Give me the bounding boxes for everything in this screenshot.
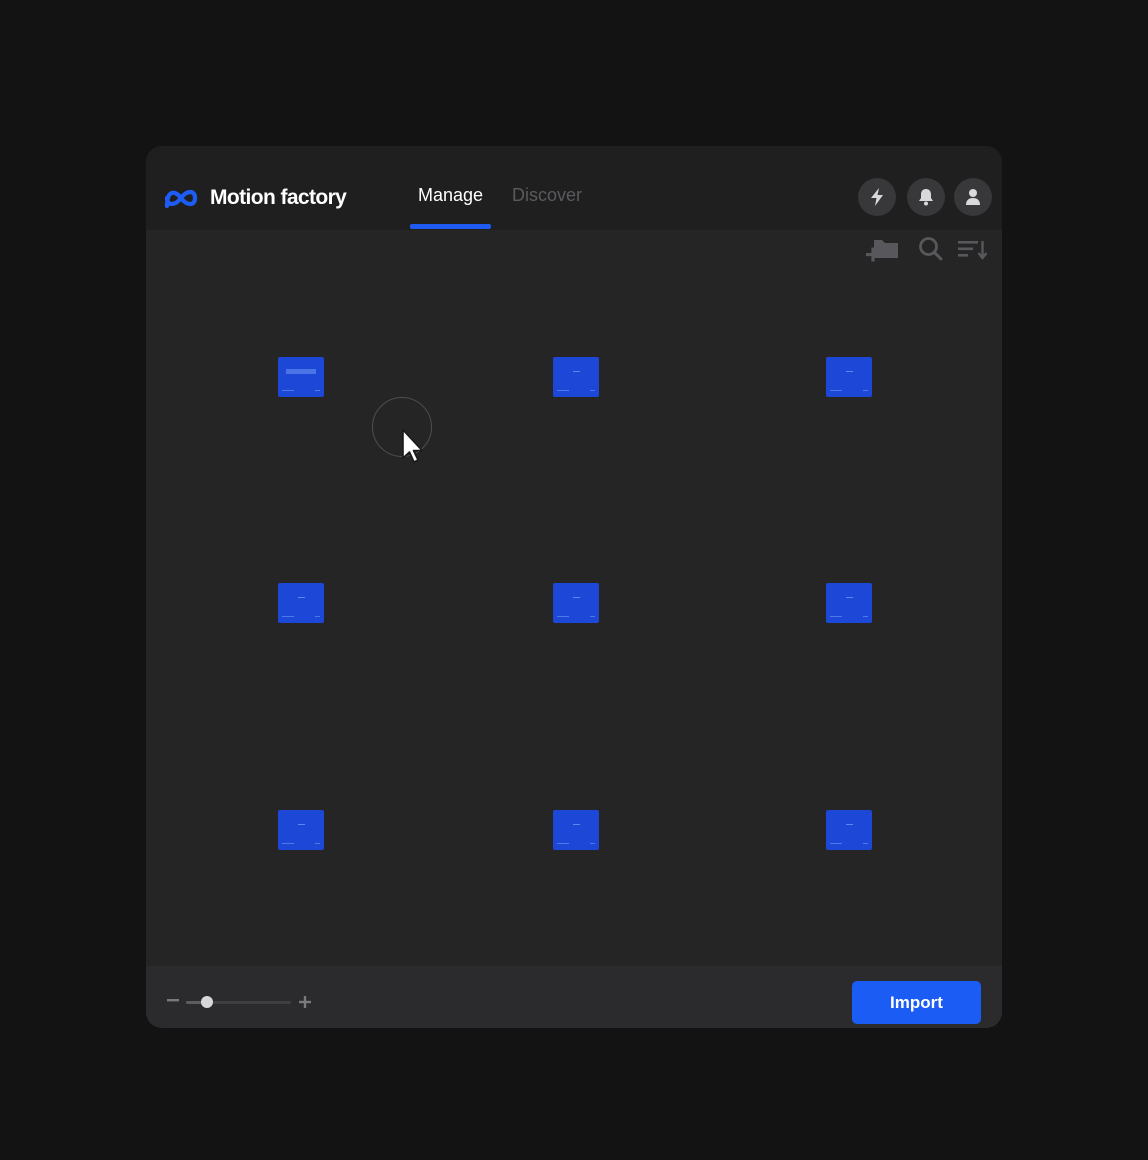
thumbnail-line xyxy=(282,390,294,391)
thumbnail-line xyxy=(282,843,294,844)
asset-thumbnail[interactable] xyxy=(826,583,872,623)
profile-button[interactable] xyxy=(954,178,992,216)
thumbnail-line xyxy=(557,616,569,617)
asset-thumbnail[interactable] xyxy=(826,810,872,850)
asset-thumbnail[interactable] xyxy=(278,357,324,397)
thumbnail-line xyxy=(830,390,842,391)
thumbnail-line xyxy=(830,843,842,844)
thumbnail-mark xyxy=(846,371,853,372)
footer-bar: Import xyxy=(146,966,1002,1028)
bolt-button[interactable] xyxy=(858,178,896,216)
thumbnail-line xyxy=(315,616,320,617)
asset-thumbnail[interactable] xyxy=(278,583,324,623)
asset-thumbnail[interactable] xyxy=(553,357,599,397)
thumbnail-line xyxy=(863,390,868,391)
asset-thumbnail[interactable] xyxy=(553,583,599,623)
thumbnail-line xyxy=(590,616,595,617)
zoom-slider[interactable] xyxy=(186,996,291,1008)
top-bar: Motion factory Manage Discover xyxy=(146,146,1002,230)
thumbnail-mark xyxy=(298,824,305,825)
asset-thumbnail[interactable] xyxy=(826,357,872,397)
thumbnail-mark xyxy=(846,824,853,825)
import-button[interactable]: Import xyxy=(852,981,981,1024)
add-folder-icon[interactable] xyxy=(866,236,900,266)
thumbnail-mark xyxy=(573,371,580,372)
asset-thumbnail[interactable] xyxy=(278,810,324,850)
thumbnail-line xyxy=(590,390,595,391)
thumbnail-line xyxy=(863,843,868,844)
thumbnail-line xyxy=(590,843,595,844)
sort-icon[interactable] xyxy=(957,236,991,264)
thumbnail-mark xyxy=(573,597,580,598)
thumbnail-mark xyxy=(846,597,853,598)
thumbnail-line xyxy=(282,616,294,617)
tab-manage[interactable]: Manage xyxy=(410,182,491,208)
bell-icon xyxy=(919,189,933,206)
user-icon xyxy=(966,189,980,205)
notifications-button[interactable] xyxy=(907,178,945,216)
cursor-click-ring xyxy=(372,397,432,457)
thumbnail-line xyxy=(315,390,320,391)
tab-discover[interactable]: Discover xyxy=(512,182,582,208)
asset-thumbnail[interactable] xyxy=(553,810,599,850)
app-window: Motion factory Manage Discover Import xyxy=(146,146,1002,1028)
bolt-icon xyxy=(871,188,883,206)
zoom-slider-thumb[interactable] xyxy=(201,996,213,1008)
zoom-out-icon[interactable] xyxy=(166,993,180,1007)
thumbnail-mark xyxy=(573,824,580,825)
active-tab-indicator xyxy=(410,224,491,229)
search-icon[interactable] xyxy=(918,236,944,264)
thumbnail-line xyxy=(557,843,569,844)
thumbnail-line xyxy=(315,843,320,844)
zoom-in-icon[interactable] xyxy=(298,995,312,1009)
app-name: Motion factory xyxy=(210,186,347,209)
thumbnail-banner xyxy=(286,369,316,374)
thumbnail-line xyxy=(830,616,842,617)
thumbnail-line xyxy=(557,390,569,391)
thumbnail-mark xyxy=(298,597,305,598)
meta-infinity-logo-icon xyxy=(164,189,198,209)
thumbnail-line xyxy=(863,616,868,617)
mouse-cursor-icon xyxy=(402,429,423,463)
